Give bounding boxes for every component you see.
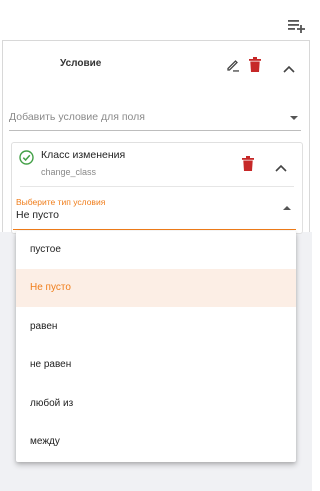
condition-type-label: Выберите тип условия [16,197,106,207]
card-subtitle: change_class [41,167,97,177]
condition-type-dropdown: пустое Не пусто равен не равен любой из … [16,231,296,462]
condition-type-caret-icon[interactable] [283,206,291,210]
collapse-card-icon[interactable] [275,159,287,177]
collapse-panel-icon[interactable] [283,60,295,78]
add-condition-list-icon[interactable] [288,18,306,34]
delete-condition-icon[interactable] [249,57,261,77]
field-select-caret-icon [290,116,298,120]
dropdown-option-selected[interactable]: Не пусто [16,269,296,307]
field-condition-select[interactable]: Добавить условие для поля [9,105,301,131]
check-circle-icon [19,150,34,170]
dropdown-option[interactable]: любой из [16,385,296,423]
field-condition-placeholder: Добавить условие для поля [9,111,145,123]
condition-panel-title: Условие [60,58,102,69]
dropdown-option[interactable]: между [16,423,296,461]
delete-card-icon[interactable] [242,156,254,176]
edit-icon[interactable] [226,58,240,77]
dropdown-option[interactable]: пустое [16,231,296,269]
dropdown-option[interactable]: не равен [16,346,296,384]
dropdown-option[interactable]: равен [16,308,296,346]
condition-type-value[interactable]: Не пусто [16,209,59,221]
card-divider [20,186,294,187]
condition-type-underline [13,229,296,230]
card-title: Класс изменения [41,149,126,161]
